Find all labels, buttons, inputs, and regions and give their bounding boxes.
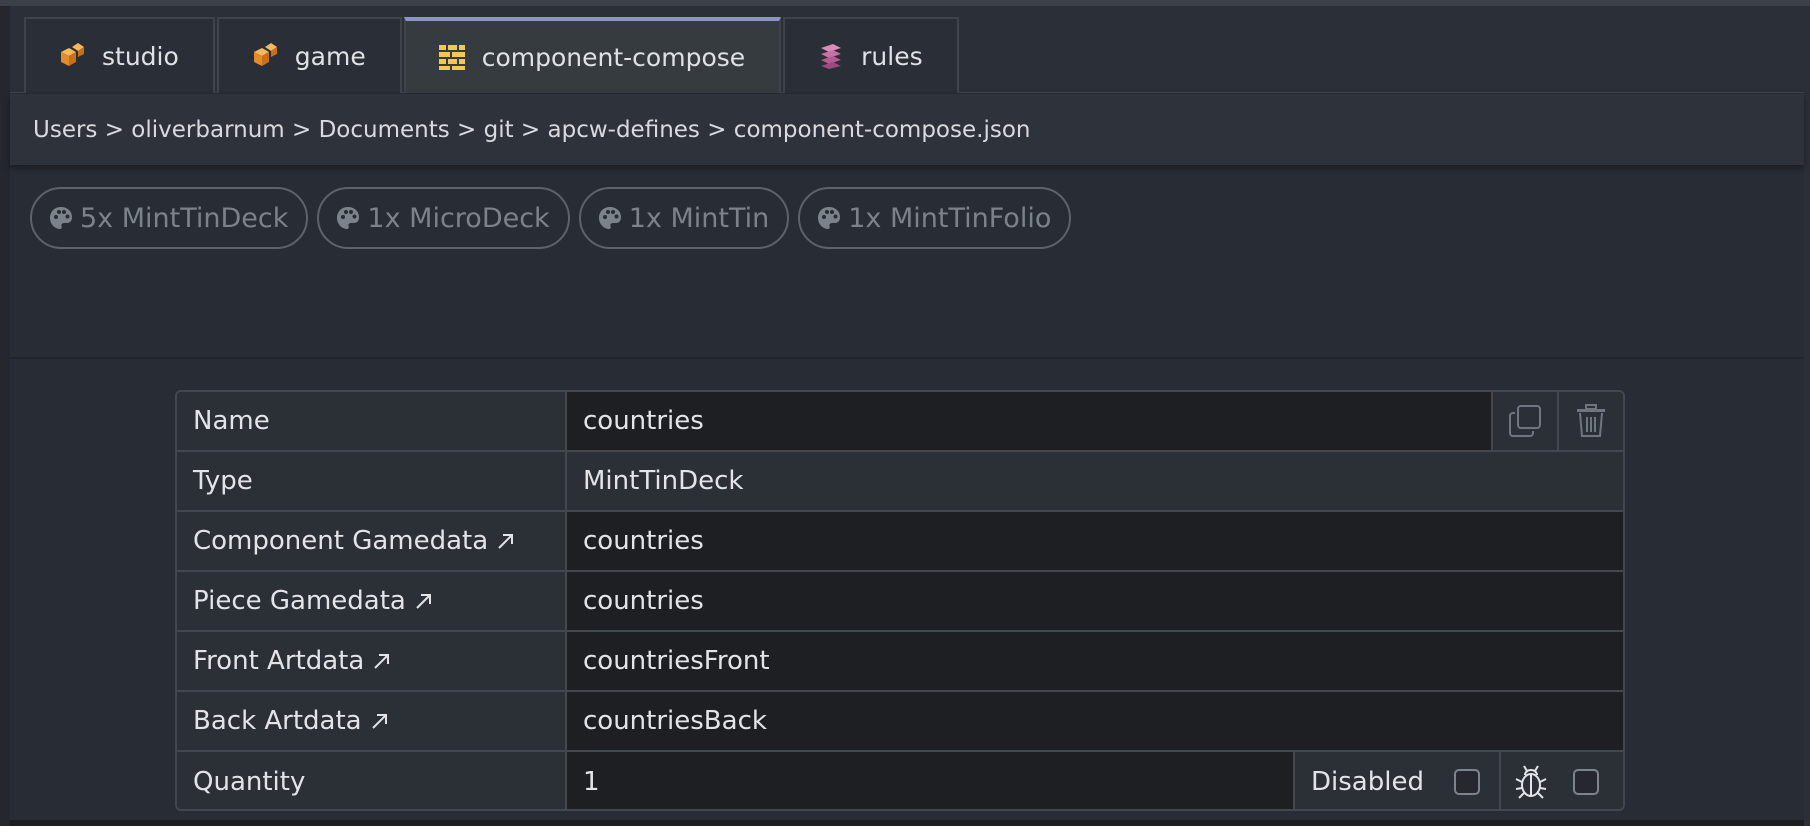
- component-properties-table: Name countries Type MintTinDeck Componen…: [175, 390, 1625, 811]
- quantity-label-text: Quantity: [193, 767, 306, 797]
- chip-label: 1x MicroDeck: [367, 202, 550, 234]
- right-edge: [1804, 6, 1810, 826]
- row-type: Type MintTinDeck: [177, 452, 1623, 512]
- breadcrumb-path: Users > oliverbarnum > Documents > git >…: [33, 116, 1031, 143]
- row-quantity: Quantity 1 Disabled: [177, 752, 1623, 809]
- back-artdata-field[interactable]: countriesBack: [567, 692, 1623, 750]
- tab-label: game: [294, 41, 366, 71]
- palette-icon: [598, 207, 621, 229]
- rules-icon: [821, 44, 842, 69]
- debug-checkbox[interactable]: [1573, 769, 1599, 795]
- component-gamedata-value: countries: [583, 526, 704, 556]
- tab-studio[interactable]: studio: [24, 17, 215, 93]
- tab-component-compose[interactable]: component-compose: [403, 17, 782, 93]
- row-back-artdata: Back Artdata countriesBack: [177, 692, 1623, 752]
- breadcrumb: Users > oliverbarnum > Documents > git >…: [10, 94, 1804, 165]
- palette-icon: [50, 207, 72, 229]
- app-window: studio game component-compose rules User…: [0, 0, 1810, 826]
- left-edge: [0, 6, 10, 826]
- disabled-checkbox[interactable]: [1453, 769, 1480, 795]
- quantity-label: Quantity: [177, 752, 567, 809]
- name-value: countries: [583, 406, 704, 436]
- tab-label: rules: [861, 41, 923, 71]
- chip-label: 5x MintTinDeck: [80, 202, 289, 234]
- dice-icon: [253, 43, 277, 66]
- palette-icon: [818, 207, 841, 229]
- type-value-cell: MintTinDeck: [567, 452, 1623, 510]
- name-label: Name: [177, 392, 567, 450]
- row-piece-gamedata: Piece Gamedata countries: [177, 572, 1623, 632]
- quantity-field[interactable]: 1: [567, 752, 1293, 809]
- name-field[interactable]: countries: [567, 392, 1491, 450]
- piece-gamedata-value: countries: [583, 586, 704, 616]
- type-label: Type: [177, 452, 567, 510]
- external-link-arrow-icon: [416, 594, 431, 609]
- piece-gamedata-link[interactable]: Piece Gamedata: [177, 572, 567, 630]
- tab-label: studio: [102, 41, 179, 71]
- disabled-toggle: Disabled: [1293, 752, 1499, 809]
- component-gamedata-label: Component Gamedata: [193, 526, 489, 556]
- delete-button[interactable]: [1557, 392, 1623, 450]
- component-gamedata-link[interactable]: Component Gamedata: [177, 512, 567, 570]
- disabled-label: Disabled: [1311, 767, 1424, 797]
- front-artdata-link[interactable]: Front Artdata: [177, 632, 567, 690]
- row-front-artdata: Front Artdata countriesFront: [177, 632, 1623, 692]
- brick-wall-icon: [438, 45, 465, 70]
- front-artdata-field[interactable]: countriesFront: [567, 632, 1623, 690]
- duplicate-button[interactable]: [1491, 392, 1557, 450]
- tab-bar: studio game component-compose rules: [10, 6, 1804, 93]
- back-artdata-value: countriesBack: [583, 706, 767, 736]
- tab-rules[interactable]: rules: [783, 17, 959, 93]
- front-artdata-value: countriesFront: [583, 646, 770, 676]
- palette-icon: [337, 207, 360, 229]
- chip-micro-deck[interactable]: 1x MicroDeck: [317, 187, 570, 249]
- dice-icon: [61, 43, 84, 66]
- piece-gamedata-label: Piece Gamedata: [193, 586, 406, 616]
- external-link-arrow-icon: [498, 534, 514, 549]
- chip-mint-tin-folio[interactable]: 1x MintTinFolio: [798, 187, 1072, 249]
- quantity-value: 1: [583, 767, 600, 797]
- chip-mint-tin-deck[interactable]: 5x MintTinDeck: [30, 187, 309, 249]
- front-artdata-label: Front Artdata: [193, 646, 365, 676]
- back-artdata-label: Back Artdata: [193, 706, 362, 736]
- component-chips: 5x MintTinDeck 1x MicroDeck 1x MintTin 1…: [30, 187, 1080, 249]
- tab-game[interactable]: game: [216, 17, 402, 93]
- bug-icon: [1515, 765, 1547, 799]
- row-name: Name countries: [177, 392, 1623, 452]
- type-value: MintTinDeck: [583, 466, 744, 496]
- component-gamedata-field[interactable]: countries: [567, 512, 1623, 570]
- tab-label: component-compose: [481, 42, 746, 72]
- piece-gamedata-field[interactable]: countries: [567, 572, 1623, 630]
- type-label-text: Type: [193, 466, 253, 496]
- name-label-text: Name: [193, 406, 270, 436]
- row-component-gamedata: Component Gamedata countries: [177, 512, 1623, 572]
- copy-icon: [1509, 405, 1541, 437]
- chip-mint-tin[interactable]: 1x MintTin: [578, 187, 790, 249]
- debug-toggle: [1499, 752, 1623, 809]
- trash-icon: [1577, 404, 1605, 437]
- external-link-arrow-icon: [374, 654, 390, 669]
- section-divider: [10, 357, 1804, 359]
- external-link-arrow-icon: [371, 714, 387, 729]
- chip-label: 1x MintTin: [628, 202, 770, 234]
- back-artdata-link[interactable]: Back Artdata: [177, 692, 567, 750]
- chip-label: 1x MintTinFolio: [848, 202, 1052, 234]
